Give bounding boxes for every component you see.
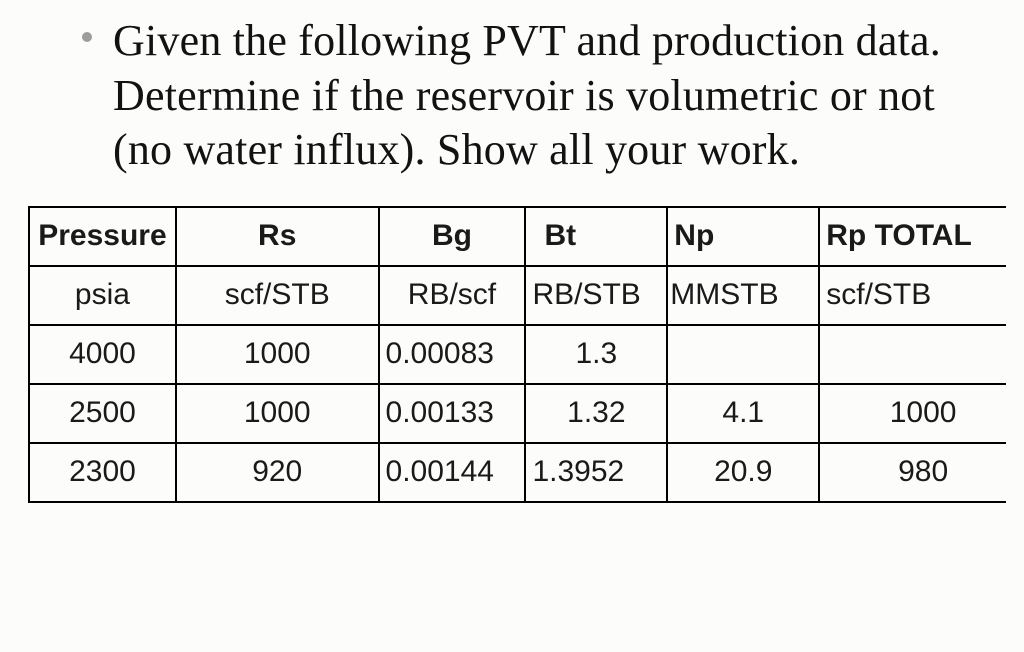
unit-rp: scf/STB [819,266,1006,325]
cell-rs: 1000 [176,325,379,384]
cell-rs: 920 [176,443,379,502]
header-pressure: Pressure [29,207,176,266]
data-table-wrap: Pressure Rs Bg Bt Np Rp TOTAL psia scf/S… [18,206,1006,578]
prompt-text: Given the following PVT and production d… [113,14,996,178]
cell-bg: 0.00083 [379,325,526,384]
unit-bt: RB/STB [525,266,667,325]
table-row: 2300 920 0.00144 1.3952 20.9 980 [29,443,1006,502]
cell-bg: 0.00133 [379,384,526,443]
cell-bt: 1.32 [525,384,667,443]
header-np: Np [667,207,819,266]
table-units-row: psia scf/STB RB/scf RB/STB MMSTB scf/STB [29,266,1006,325]
prompt-block: Given the following PVT and production d… [18,14,1006,178]
document-page: Given the following PVT and production d… [0,0,1024,652]
header-bt: Bt [525,207,667,266]
table-header-row: Pressure Rs Bg Bt Np Rp TOTAL [29,207,1006,266]
cell-np: 20.9 [667,443,819,502]
cell-rs: 1000 [176,384,379,443]
unit-bg: RB/scf [379,266,526,325]
unit-rs: scf/STB [176,266,379,325]
cell-rp: 980 [819,443,1006,502]
cell-rp: 1000 [819,384,1006,443]
cell-pressure: 4000 [29,325,176,384]
cell-bg: 0.00144 [379,443,526,502]
pvt-data-table: Pressure Rs Bg Bt Np Rp TOTAL psia scf/S… [28,206,1006,503]
cell-pressure: 2300 [29,443,176,502]
cell-pressure: 2500 [29,384,176,443]
table-row: 2500 1000 0.00133 1.32 4.1 1000 [29,384,1006,443]
header-rp: Rp TOTAL [819,207,1006,266]
cell-rp [819,325,1006,384]
cell-bt: 1.3 [525,325,667,384]
header-rs: Rs [176,207,379,266]
unit-pressure: psia [29,266,176,325]
bullet-icon [82,32,92,42]
table-row: 4000 1000 0.00083 1.3 [29,325,1006,384]
header-bg: Bg [379,207,526,266]
unit-np: MMSTB [667,266,819,325]
cell-np [667,325,819,384]
cell-bt: 1.3952 [525,443,667,502]
cell-np: 4.1 [667,384,819,443]
